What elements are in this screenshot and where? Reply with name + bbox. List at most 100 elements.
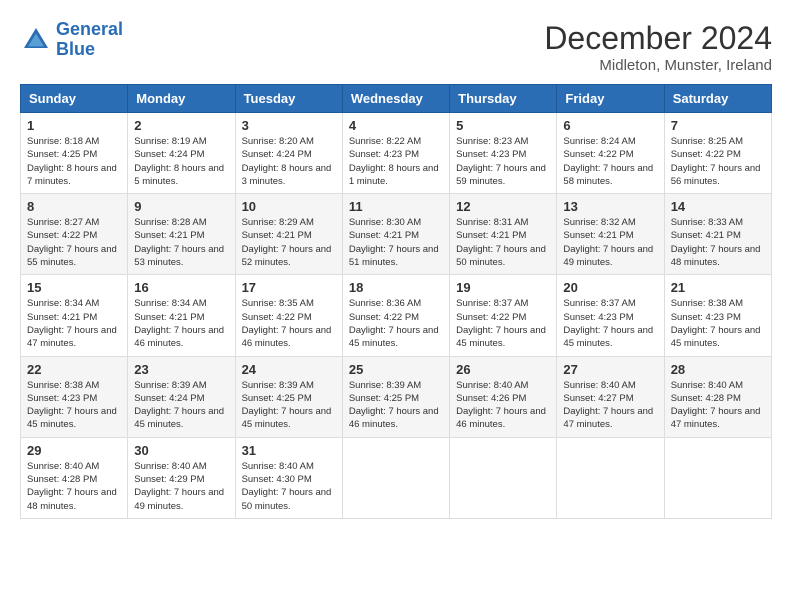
calendar-day-cell: 19 Sunrise: 8:37 AMSunset: 4:22 PMDayligh… bbox=[450, 275, 557, 356]
day-info: Sunrise: 8:39 AMSunset: 4:24 PMDaylight:… bbox=[134, 379, 228, 432]
day-number: 14 bbox=[671, 199, 765, 214]
calendar-day-cell bbox=[557, 437, 664, 518]
day-number: 1 bbox=[27, 118, 121, 133]
calendar-day-cell: 14 Sunrise: 8:33 AMSunset: 4:21 PMDayligh… bbox=[664, 194, 771, 275]
day-info: Sunrise: 8:40 AMSunset: 4:28 PMDaylight:… bbox=[27, 460, 121, 513]
day-number: 3 bbox=[242, 118, 336, 133]
calendar-table: SundayMondayTuesdayWednesdayThursdayFrid… bbox=[20, 84, 772, 519]
calendar-day-cell: 20 Sunrise: 8:37 AMSunset: 4:23 PMDayligh… bbox=[557, 275, 664, 356]
calendar-day-cell: 5 Sunrise: 8:23 AMSunset: 4:23 PMDaylight… bbox=[450, 113, 557, 194]
day-number: 22 bbox=[27, 362, 121, 377]
day-info: Sunrise: 8:30 AMSunset: 4:21 PMDaylight:… bbox=[349, 216, 443, 269]
day-info: Sunrise: 8:20 AMSunset: 4:24 PMDaylight:… bbox=[242, 135, 336, 188]
day-info: Sunrise: 8:40 AMSunset: 4:29 PMDaylight:… bbox=[134, 460, 228, 513]
day-info: Sunrise: 8:27 AMSunset: 4:22 PMDaylight:… bbox=[27, 216, 121, 269]
day-info: Sunrise: 8:24 AMSunset: 4:22 PMDaylight:… bbox=[563, 135, 657, 188]
day-info: Sunrise: 8:25 AMSunset: 4:22 PMDaylight:… bbox=[671, 135, 765, 188]
day-info: Sunrise: 8:37 AMSunset: 4:22 PMDaylight:… bbox=[456, 297, 550, 350]
calendar-day-cell: 4Sunrise: 8:22 AMSunset: 4:23 PMDaylight… bbox=[342, 113, 449, 194]
day-info: Sunrise: 8:34 AMSunset: 4:21 PMDaylight:… bbox=[27, 297, 121, 350]
calendar-day-cell: 9Sunrise: 8:28 AMSunset: 4:21 PMDaylight… bbox=[128, 194, 235, 275]
calendar-day-cell: 18 Sunrise: 8:36 AMSunset: 4:22 PMDayligh… bbox=[342, 275, 449, 356]
calendar-day-cell: 11 Sunrise: 8:30 AMSunset: 4:21 PMDayligh… bbox=[342, 194, 449, 275]
day-number: 11 bbox=[349, 199, 443, 214]
day-info: Sunrise: 8:33 AMSunset: 4:21 PMDaylight:… bbox=[671, 216, 765, 269]
day-info: Sunrise: 8:23 AMSunset: 4:23 PMDaylight:… bbox=[456, 135, 550, 188]
calendar-day-cell: 1 Sunrise: 8:18 AMSunset: 4:25 PMDaylight… bbox=[21, 113, 128, 194]
day-number: 28 bbox=[671, 362, 765, 377]
day-number: 8 bbox=[27, 199, 121, 214]
logo-line1: General bbox=[56, 19, 123, 39]
calendar-day-cell: 27Sunrise: 8:40 AMSunset: 4:27 PMDayligh… bbox=[557, 356, 664, 437]
day-number: 13 bbox=[563, 199, 657, 214]
day-number: 30 bbox=[134, 443, 228, 458]
day-number: 19 bbox=[456, 280, 550, 295]
calendar-day-cell: 23 Sunrise: 8:39 AMSunset: 4:24 PMDayligh… bbox=[128, 356, 235, 437]
day-number: 10 bbox=[242, 199, 336, 214]
location: Midleton, Munster, Ireland bbox=[544, 57, 772, 74]
calendar-day-cell: 26Sunrise: 8:40 AMSunset: 4:26 PMDayligh… bbox=[450, 356, 557, 437]
calendar-week-row: 22Sunrise: 8:38 AMSunset: 4:23 PMDayligh… bbox=[21, 356, 772, 437]
month-title: December 2024 bbox=[544, 20, 772, 57]
calendar-day-cell bbox=[450, 437, 557, 518]
logo: General Blue bbox=[20, 20, 123, 60]
logo-line2: Blue bbox=[56, 39, 95, 59]
day-number: 25 bbox=[349, 362, 443, 377]
calendar-day-cell: 28 Sunrise: 8:40 AMSunset: 4:28 PMDayligh… bbox=[664, 356, 771, 437]
day-number: 31 bbox=[242, 443, 336, 458]
calendar-day-cell: 2Sunrise: 8:19 AMSunset: 4:24 PMDaylight… bbox=[128, 113, 235, 194]
day-info: Sunrise: 8:31 AMSunset: 4:21 PMDaylight:… bbox=[456, 216, 550, 269]
title-block: December 2024 Midleton, Munster, Ireland bbox=[544, 20, 772, 74]
day-number: 5 bbox=[456, 118, 550, 133]
calendar-week-row: 1 Sunrise: 8:18 AMSunset: 4:25 PMDaylight… bbox=[21, 113, 772, 194]
day-number: 12 bbox=[456, 199, 550, 214]
calendar-day-cell bbox=[342, 437, 449, 518]
day-number: 2 bbox=[134, 118, 228, 133]
day-info: Sunrise: 8:37 AMSunset: 4:23 PMDaylight:… bbox=[563, 297, 657, 350]
day-number: 17 bbox=[242, 280, 336, 295]
day-info: Sunrise: 8:35 AMSunset: 4:22 PMDaylight:… bbox=[242, 297, 336, 350]
day-info: Sunrise: 8:38 AMSunset: 4:23 PMDaylight:… bbox=[671, 297, 765, 350]
calendar-week-row: 15 Sunrise: 8:34 AMSunset: 4:21 PMDayligh… bbox=[21, 275, 772, 356]
calendar-day-cell: 13 Sunrise: 8:32 AMSunset: 4:21 PMDayligh… bbox=[557, 194, 664, 275]
weekday-header: Tuesday bbox=[235, 85, 342, 113]
calendar-day-cell: 22Sunrise: 8:38 AMSunset: 4:23 PMDayligh… bbox=[21, 356, 128, 437]
calendar-day-cell: 6 Sunrise: 8:24 AMSunset: 4:22 PMDaylight… bbox=[557, 113, 664, 194]
day-number: 26 bbox=[456, 362, 550, 377]
calendar-day-cell: 29Sunrise: 8:40 AMSunset: 4:28 PMDayligh… bbox=[21, 437, 128, 518]
day-number: 23 bbox=[134, 362, 228, 377]
day-info: Sunrise: 8:29 AMSunset: 4:21 PMDaylight:… bbox=[242, 216, 336, 269]
calendar-week-row: 29Sunrise: 8:40 AMSunset: 4:28 PMDayligh… bbox=[21, 437, 772, 518]
day-info: Sunrise: 8:40 AMSunset: 4:28 PMDaylight:… bbox=[671, 379, 765, 432]
day-number: 16 bbox=[134, 280, 228, 295]
day-number: 20 bbox=[563, 280, 657, 295]
page-header: General Blue December 2024 Midleton, Mun… bbox=[20, 20, 772, 74]
day-info: Sunrise: 8:40 AMSunset: 4:27 PMDaylight:… bbox=[563, 379, 657, 432]
calendar-day-cell: 30 Sunrise: 8:40 AMSunset: 4:29 PMDayligh… bbox=[128, 437, 235, 518]
calendar-day-cell: 8 Sunrise: 8:27 AMSunset: 4:22 PMDaylight… bbox=[21, 194, 128, 275]
calendar-day-cell: 7Sunrise: 8:25 AMSunset: 4:22 PMDaylight… bbox=[664, 113, 771, 194]
calendar-day-cell bbox=[664, 437, 771, 518]
calendar-day-cell: 17 Sunrise: 8:35 AMSunset: 4:22 PMDayligh… bbox=[235, 275, 342, 356]
day-number: 9 bbox=[134, 199, 228, 214]
calendar-day-cell: 24Sunrise: 8:39 AMSunset: 4:25 PMDayligh… bbox=[235, 356, 342, 437]
day-info: Sunrise: 8:40 AMSunset: 4:30 PMDaylight:… bbox=[242, 460, 336, 513]
day-info: Sunrise: 8:18 AMSunset: 4:25 PMDaylight:… bbox=[27, 135, 121, 188]
weekday-header: Monday bbox=[128, 85, 235, 113]
calendar-week-row: 8 Sunrise: 8:27 AMSunset: 4:22 PMDaylight… bbox=[21, 194, 772, 275]
day-info: Sunrise: 8:36 AMSunset: 4:22 PMDaylight:… bbox=[349, 297, 443, 350]
calendar-header-row: SundayMondayTuesdayWednesdayThursdayFrid… bbox=[21, 85, 772, 113]
weekday-header: Wednesday bbox=[342, 85, 449, 113]
day-number: 18 bbox=[349, 280, 443, 295]
weekday-header: Sunday bbox=[21, 85, 128, 113]
calendar-day-cell: 3 Sunrise: 8:20 AMSunset: 4:24 PMDaylight… bbox=[235, 113, 342, 194]
calendar-day-cell: 10 Sunrise: 8:29 AMSunset: 4:21 PMDayligh… bbox=[235, 194, 342, 275]
logo-text: General Blue bbox=[56, 20, 123, 60]
calendar-day-cell: 21Sunrise: 8:38 AMSunset: 4:23 PMDayligh… bbox=[664, 275, 771, 356]
day-number: 4 bbox=[349, 118, 443, 133]
day-number: 15 bbox=[27, 280, 121, 295]
day-info: Sunrise: 8:39 AMSunset: 4:25 PMDaylight:… bbox=[349, 379, 443, 432]
day-number: 6 bbox=[563, 118, 657, 133]
day-info: Sunrise: 8:32 AMSunset: 4:21 PMDaylight:… bbox=[563, 216, 657, 269]
weekday-header: Saturday bbox=[664, 85, 771, 113]
